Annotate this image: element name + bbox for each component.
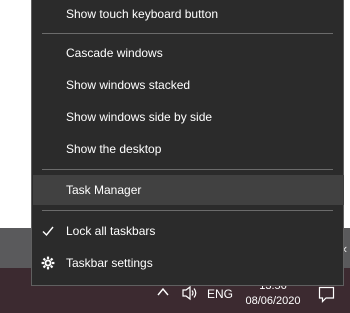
taskbar-context-menu: Show touch keyboard button Cascade windo… — [31, 0, 344, 286]
menu-item-label: Task Manager — [66, 183, 142, 197]
menu-item-label: Show touch keyboard button — [66, 7, 219, 21]
menu-item-label: Show windows side by side — [66, 110, 213, 124]
menu-item-lock-all-taskbars[interactable]: Lock all taskbars — [33, 216, 344, 246]
clock-date[interactable]: 08/06/2020 — [244, 295, 302, 307]
menu-separator — [42, 33, 333, 34]
menu-item-show-touch-keyboard[interactable]: Show touch keyboard button — [33, 0, 344, 29]
menu-separator — [42, 169, 333, 170]
menu-item-label: Taskbar settings — [66, 256, 153, 270]
menu-item-show-windows-side-by-side[interactable]: Show windows side by side — [33, 102, 344, 132]
menu-item-label: Lock all taskbars — [66, 224, 156, 238]
menu-item-label: Show windows stacked — [66, 78, 191, 92]
menu-item-label: Cascade windows — [66, 46, 163, 60]
menu-item-show-windows-stacked[interactable]: Show windows stacked — [33, 70, 344, 100]
language-indicator[interactable]: ENG — [207, 287, 233, 301]
menu-item-label: Show the desktop — [66, 142, 162, 156]
menu-item-show-the-desktop[interactable]: Show the desktop — [33, 134, 344, 164]
notification-icon[interactable] — [318, 286, 335, 303]
menu-item-task-manager[interactable]: Task Manager — [33, 175, 344, 205]
checkmark-icon — [42, 226, 54, 237]
menu-separator — [42, 210, 333, 211]
gear-icon — [41, 256, 55, 270]
menu-item-taskbar-settings[interactable]: Taskbar settings — [33, 248, 344, 278]
chevron-up-icon[interactable] — [156, 285, 170, 299]
speaker-icon[interactable] — [181, 285, 199, 301]
menu-item-cascade-windows[interactable]: Cascade windows — [33, 38, 344, 68]
